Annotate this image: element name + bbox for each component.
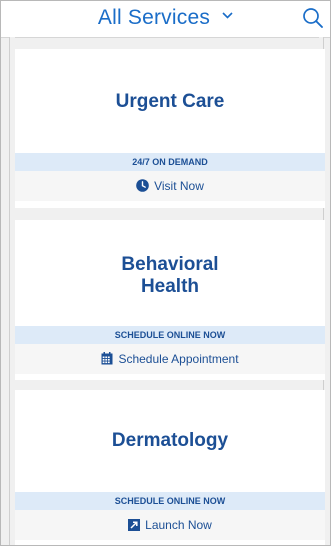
service-card-dermatology[interactable]: Dermatology SCHEDULE ONLINE NOW Launch N…: [15, 390, 325, 545]
card-title-line: Health: [140, 276, 200, 297]
card-title-line: Behavioral: [121, 254, 219, 275]
action-label: Visit Now: [154, 179, 204, 193]
launch-icon: [128, 519, 141, 531]
service-card-urgent-care[interactable]: Urgent Care 24/7 ON DEMAND Visit Now: [15, 49, 325, 208]
top-bar: All Services: [1, 1, 330, 38]
services-dropdown[interactable]: All Services: [1, 6, 330, 30]
launch-now-button[interactable]: Launch Now: [15, 510, 325, 540]
service-card-behavioral-health[interactable]: Behavioral Health SCHEDULE ONLINE NOW Sc…: [15, 220, 325, 380]
visit-now-button[interactable]: Visit Now: [15, 171, 325, 201]
availability-banner: 24/7 ON DEMAND: [15, 153, 325, 171]
card-title: Behavioral Health: [15, 254, 325, 298]
availability-banner: SCHEDULE ONLINE NOW: [15, 326, 325, 344]
card-title-line: Dermatology: [111, 430, 229, 451]
card-title-line: Urgent Care: [115, 91, 225, 112]
schedule-appointment-button[interactable]: Schedule Appointment: [15, 344, 325, 374]
chevron-down-icon: [222, 12, 233, 20]
calendar-icon: [101, 352, 113, 365]
action-label: Launch Now: [145, 518, 212, 532]
clock-icon: [136, 179, 149, 192]
availability-banner: SCHEDULE ONLINE NOW: [15, 492, 325, 510]
card-title: Dermatology: [15, 430, 325, 452]
app-frame: All Services Urgent Care 24/7 ON DEMAND …: [0, 0, 331, 546]
card-title: Urgent Care: [15, 91, 325, 113]
page-title: All Services: [97, 6, 211, 29]
action-label: Schedule Appointment: [118, 352, 239, 366]
search-icon[interactable]: [302, 7, 324, 29]
